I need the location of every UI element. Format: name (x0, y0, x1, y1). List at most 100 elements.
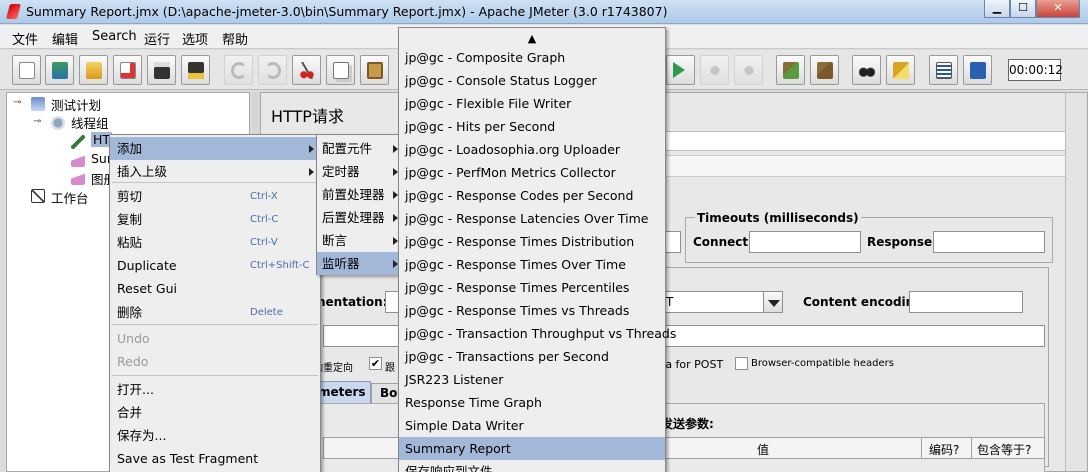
listener-menu-item[interactable]: jp@gc - Hits per Second (399, 115, 665, 138)
listener-menu-item[interactable]: jp@gc - Response Times Distribution (399, 230, 665, 253)
listener-menu-item[interactable]: jp@gc - Console Status Logger (399, 69, 665, 92)
menu-item-save-as[interactable]: 保存为... (110, 424, 320, 447)
response-timeout-field[interactable] (933, 231, 1045, 253)
menu-item-duplicate[interactable]: Duplicate Ctrl+Shift-C (110, 254, 320, 277)
menu-item-label: 复制 (117, 212, 143, 227)
follow-redirects-checkbox[interactable]: ✔ (369, 357, 382, 370)
menu-search[interactable]: Search (92, 29, 137, 44)
connect-timeout-field[interactable] (749, 231, 861, 253)
menu-file[interactable]: 文件 (12, 29, 38, 48)
templates-button[interactable] (45, 55, 74, 85)
menu-item-save-as-test-fragment[interactable]: Save as Test Fragment (110, 447, 320, 470)
undo-button[interactable] (224, 55, 253, 85)
listener-menu-item-label: Summary Report (405, 441, 511, 456)
help-button[interactable] (963, 55, 992, 85)
listener-menu-item[interactable]: jp@gc - Composite Graph (399, 46, 665, 69)
listener-menu-item[interactable]: 保存响应到文件 (399, 460, 665, 472)
menu-item-cut[interactable]: 剪切 Ctrl-X (110, 185, 320, 208)
column-include-equals: 包含等于? (977, 443, 1032, 457)
menu-item-redo[interactable]: Redo (110, 350, 320, 373)
listener-menu-item[interactable]: jp@gc - Response Codes per Second (399, 184, 665, 207)
tree-toggle-icon[interactable]: ⊸ (33, 116, 41, 127)
listener-menu-item[interactable]: jp@gc - Loadosophia.org Uploader (399, 138, 665, 161)
listener-menu-item[interactable]: jp@gc - Response Times Over Time (399, 253, 665, 276)
new-button[interactable] (12, 55, 41, 85)
tree-node-test-plan[interactable]: 测试计划 (51, 95, 101, 114)
listener-menu-item[interactable]: jp@gc - Flexible File Writer (399, 92, 665, 115)
tab-body-data[interactable]: Bo (371, 383, 401, 403)
redo-button[interactable] (258, 55, 287, 85)
listener-graph-icon (71, 171, 85, 185)
menu-edit[interactable]: 编辑 (52, 29, 78, 48)
listener-menu-item[interactable]: jp@gc - Response Latencies Over Time (399, 207, 665, 230)
menu-item-label: 插入上级 (117, 164, 168, 179)
minimize-button[interactable]: ▁ (984, 0, 1010, 18)
menu-item-undo[interactable]: Undo (110, 327, 320, 350)
listener-menu-item-label: JSR223 Listener (405, 372, 504, 387)
save-disk-icon (154, 62, 170, 79)
panel-scrollbar[interactable] (1065, 93, 1087, 471)
open-button[interactable] (79, 55, 108, 85)
listener-menu-item-label: jp@gc - Response Times vs Threads (405, 303, 630, 318)
clear-all-button[interactable] (810, 55, 839, 85)
timeouts-legend: Timeouts (milliseconds) (695, 211, 861, 225)
submenu-item-timer[interactable]: 定时器 (317, 160, 401, 183)
stop-button[interactable] (700, 55, 729, 85)
close-file-icon (120, 62, 136, 79)
listener-menu-item[interactable]: JSR223 Listener (399, 368, 665, 391)
cut-button[interactable] (292, 55, 321, 85)
menu-item-reset-gui[interactable]: Reset Gui (110, 277, 320, 300)
listener-menu-item[interactable]: Response Time Graph (399, 391, 665, 414)
close-plan-button[interactable] (113, 55, 142, 85)
listener-menu-item-label: 保存响应到文件 (405, 464, 493, 472)
save-screenshot-button[interactable] (181, 55, 210, 85)
listener-menu-item[interactable]: Summary Report (399, 437, 665, 460)
close-button[interactable]: ✕ (1036, 0, 1080, 18)
menu-item-merge[interactable]: 合并 (110, 401, 320, 424)
menu-item-open[interactable]: 打开... (110, 378, 320, 401)
reset-search-button[interactable] (886, 55, 915, 85)
submenu-item-post-processor[interactable]: 后置处理器 (317, 206, 401, 229)
content-encoding-field[interactable] (909, 291, 1023, 313)
browser-headers-checkbox[interactable] (735, 357, 748, 370)
submenu-item-config-element[interactable]: 配置元件 (317, 137, 401, 160)
menu-run[interactable]: 运行 (144, 29, 170, 48)
tab-parameters[interactable]: meters (313, 381, 371, 403)
broom-icon (783, 62, 799, 79)
search-button[interactable] (852, 55, 881, 85)
menu-item-copy[interactable]: 复制 Ctrl-C (110, 208, 320, 231)
shutdown-button[interactable] (734, 55, 763, 85)
listener-menu-item[interactable]: Simple Data Writer (399, 414, 665, 437)
listener-menu-item[interactable]: jp@gc - Response Times vs Threads (399, 299, 665, 322)
menu-help[interactable]: 帮助 (222, 29, 248, 48)
menu-item-delete[interactable]: 删除 Delete (110, 301, 320, 324)
tree-toggle-icon[interactable]: ⊸ (13, 97, 21, 108)
paste-button[interactable] (360, 55, 389, 85)
tree-node-workbench[interactable]: 工作台 (51, 188, 89, 207)
menu-item-paste[interactable]: 粘贴 Ctrl-V (110, 231, 320, 254)
method-dropdown-button[interactable] (763, 291, 783, 313)
menu-item-insert-parent[interactable]: 插入上级 (110, 160, 320, 183)
submenu-item-pre-processor[interactable]: 前置处理器 (317, 183, 401, 206)
submenu-item-listener[interactable]: 监听器 (317, 252, 401, 275)
listener-menu-item[interactable]: jp@gc - Transactions per Second (399, 345, 665, 368)
submenu-item-assertion[interactable]: 断言 (317, 229, 401, 252)
listener-menu-item[interactable]: jp@gc - Transaction Throughput vs Thread… (399, 322, 676, 345)
listener-menu-item-label: jp@gc - Composite Graph (405, 50, 566, 65)
listener-menu-item[interactable]: jp@gc - PerfMon Metrics Collector (399, 161, 665, 184)
menu-options[interactable]: 选项 (182, 29, 208, 48)
function-helper-button[interactable] (929, 55, 958, 85)
comments-field[interactable] (661, 155, 1081, 177)
submenu-item-label: 监听器 (322, 256, 360, 271)
listener-menu-item[interactable]: jp@gc - Response Times Percentiles (399, 276, 665, 299)
name-field[interactable] (661, 131, 1081, 151)
start-no-pauses-button[interactable] (666, 55, 695, 85)
menu-item-add[interactable]: 添加 (110, 137, 320, 160)
tree-node-thread-group[interactable]: 线程组 (71, 113, 109, 132)
clear-button[interactable] (776, 55, 805, 85)
copy-icon (333, 62, 349, 79)
copy-button[interactable] (326, 55, 355, 85)
save-button[interactable] (147, 55, 176, 85)
submenu-item-label: 后置处理器 (322, 210, 385, 225)
maximize-button[interactable]: ☐ (1010, 0, 1036, 18)
